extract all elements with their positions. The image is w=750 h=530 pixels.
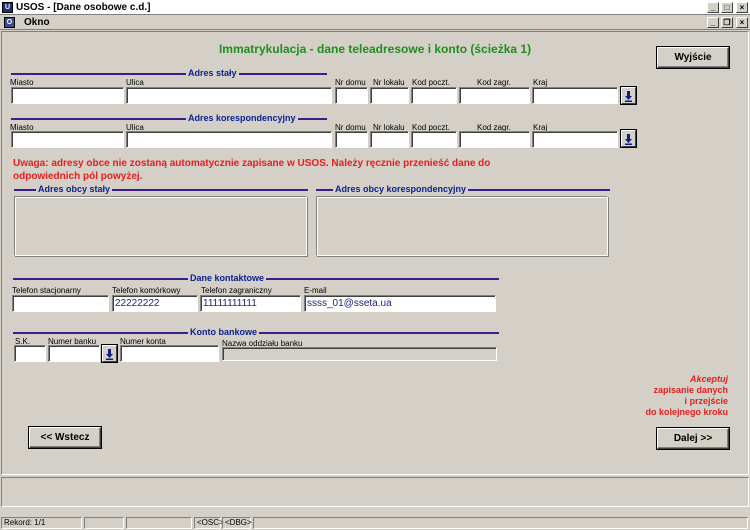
app-icon: U [2,2,13,13]
maximize-button[interactable]: □ [721,2,733,13]
mdi-restore-button[interactable]: ❐ [721,17,733,28]
correspondence-postal-code-input[interactable] [411,131,457,148]
arrow-down-icon [106,349,113,360]
correspondence-house-no-input[interactable] [335,131,368,148]
correspondence-apt-no-input[interactable] [370,131,409,148]
accept-note-line: zapisanie danych [653,385,728,395]
label-postal-code: Kod poczt. [412,78,450,87]
label-landline: Telefon stacjonarny [12,286,81,295]
mobile-input[interactable] [112,295,198,312]
permanent-house-no-input[interactable] [335,87,368,104]
correspondence-country-dropdown-button[interactable] [621,130,636,147]
account-no-input[interactable] [120,345,219,362]
mdi-close-button[interactable]: × [736,17,748,28]
status-osc: <OSC> [194,517,224,529]
email-input[interactable] [304,295,496,312]
label-foreign-phone: Telefon zagraniczny [201,286,272,295]
permanent-street-input[interactable] [126,87,332,104]
correspondence-street-input[interactable] [126,131,332,148]
accept-note-title: Akceptuj [689,374,728,384]
section-line [11,73,327,75]
section-title-contact: Dane kontaktowe [188,273,267,283]
correspondence-foreign-code-input[interactable] [459,131,530,148]
permanent-apt-no-input[interactable] [370,87,409,104]
app-titlebar: U USOS - [Dane osobowe c.d.] _ □ × [0,0,750,15]
mdi-minimize-button[interactable]: _ [707,17,719,28]
mdi-menubar: O Okno _ ❐ × [0,15,750,30]
status-record: Rekord: 1/1 [1,517,82,529]
label-email: E-mail [304,286,327,295]
arrow-down-icon [625,134,632,145]
mdi-window-icon[interactable]: O [4,17,15,28]
label-apt-no: Nr lokalu [373,78,405,87]
permanent-foreign-code-input[interactable] [459,87,530,104]
label-street: Ulica [126,78,144,87]
foreign-address-warning: Uwaga: adresy obce nie zostaną automatyc… [13,158,491,182]
bank-dropdown-button[interactable] [102,345,117,362]
label-house-no: Nr domu [335,78,366,87]
section-title-foreign-correspondence: Adres obcy korespondencyjny [333,184,469,194]
permanent-postal-code-input[interactable] [411,87,457,104]
exit-button[interactable]: Wyjście [657,47,729,68]
accept-note: Akceptuj zapisanie danych i przejście do… [588,374,728,418]
landline-input[interactable] [12,295,109,312]
status-panel-empty [126,517,192,529]
label-mobile: Telefon komórkowy [112,286,181,295]
close-button[interactable]: × [736,2,748,13]
label-country: Kraj [533,78,548,87]
menu-okno[interactable]: Okno [24,16,50,29]
window-title: USOS - [Dane osobowe c.d.] [16,2,151,13]
status-bar: Rekord: 1/1 <OSC> <DBG> [0,516,750,530]
permanent-country-input[interactable] [532,87,618,104]
status-panel-empty [84,517,124,529]
foreign-correspondence-address-box [316,196,608,256]
status-dbg: <DBG> [222,517,252,529]
section-title-correspondence-address: Adres korespondencyjny [186,113,298,123]
foreign-phone-input[interactable] [200,295,301,312]
section-title-permanent-address: Adres stały [186,68,239,78]
section-title-bank: Konto bankowe [188,327,259,337]
arrow-down-icon [625,91,632,102]
bank-no-input[interactable] [48,345,100,362]
label-city: Miasto [10,78,34,87]
accept-note-line: i przejście [684,396,728,406]
permanent-city-input[interactable] [11,87,124,104]
status-panel-empty [253,517,748,529]
correspondence-city-input[interactable] [11,131,124,148]
label-foreign-code: Kod zagr. [477,78,511,87]
foreign-permanent-address-box [14,196,307,256]
back-button[interactable]: << Wstecz [29,427,101,448]
minimize-button[interactable]: _ [707,2,719,13]
bottom-panel [1,477,749,507]
page-title: Immatrykulacja - dane teleadresowe i kon… [218,42,532,56]
branch-name-field [222,347,497,361]
next-button[interactable]: Dalej >> [657,428,729,449]
permanent-country-dropdown-button[interactable] [621,87,636,104]
sk-input[interactable] [14,345,46,362]
accept-note-line: do kolejnego kroku [645,407,728,417]
correspondence-country-input[interactable] [532,131,618,148]
section-title-foreign-permanent: Adres obcy stały [36,184,113,194]
